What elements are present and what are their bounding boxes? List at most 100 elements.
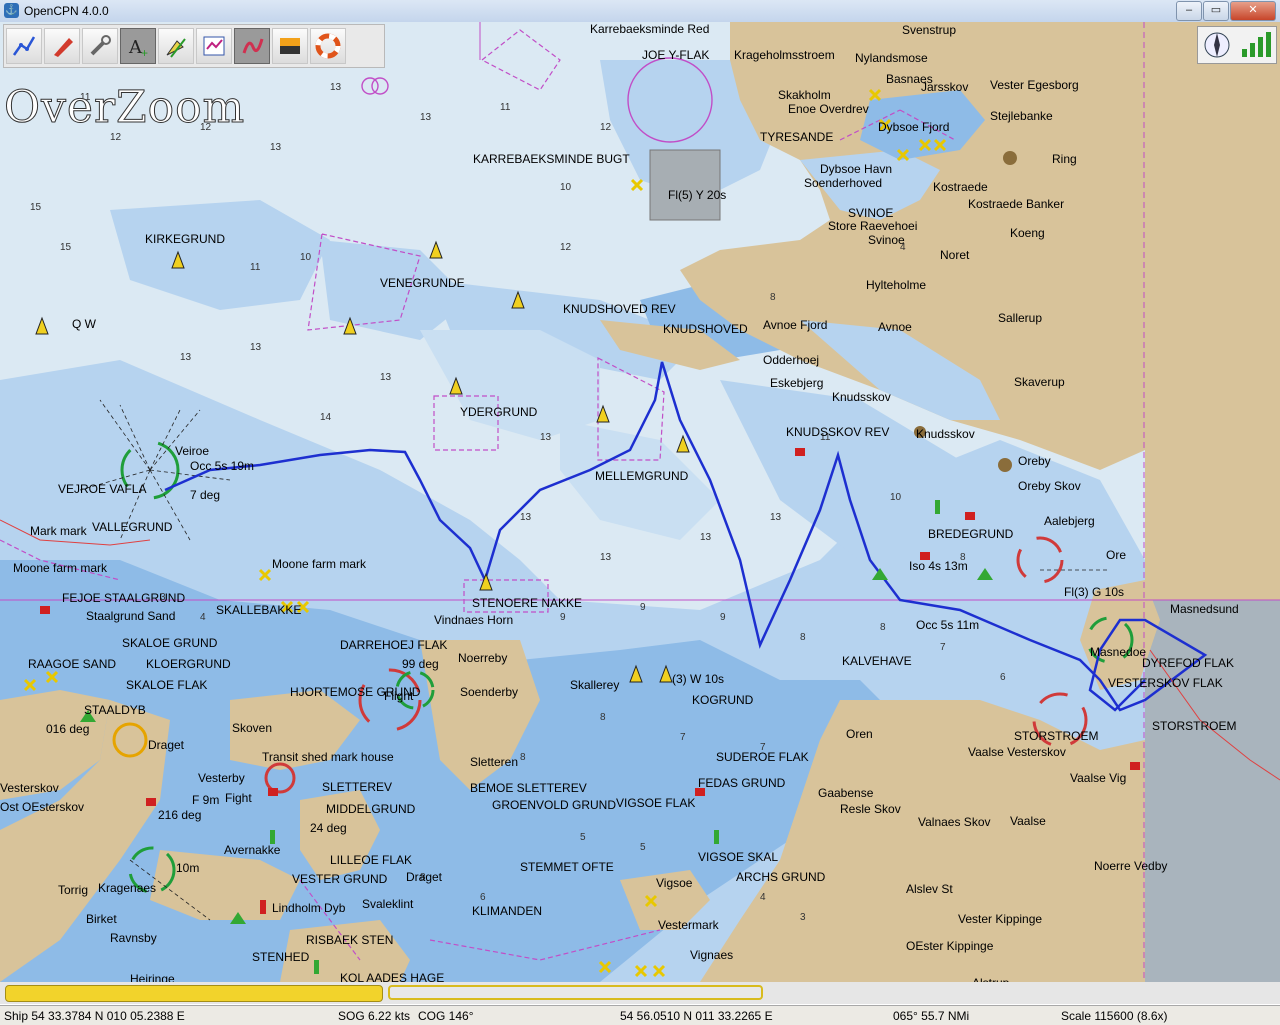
minimize-button[interactable]: ‒	[1176, 1, 1202, 21]
chart-feature-label: Skoven	[232, 721, 273, 735]
chart-feature-label: SLETTEREV	[322, 780, 393, 794]
chart-feature-label: 99 deg	[402, 657, 439, 671]
chart-feature-label: Vaalse	[1010, 814, 1046, 828]
chart-feature-label: Masnedsund	[1170, 602, 1239, 616]
chart-feature-label: Noret	[940, 248, 970, 262]
chart-feature-label: RAAGOE SAND	[28, 657, 117, 671]
chart-feature-label: Masnedoe	[1090, 645, 1147, 659]
chart-feature-label: BEMOE SLETTEREV	[470, 781, 587, 795]
maximize-button[interactable]: ▭	[1203, 1, 1229, 21]
chart-feature-label: Ost OEsterskov	[0, 800, 85, 814]
chart-feature-label: Svenstrup	[902, 23, 957, 37]
chart-feature-label: STEMMET OFTE	[520, 860, 614, 874]
piano-key[interactable]	[388, 985, 763, 1000]
chart-feature-label: KOGRUND	[692, 693, 754, 707]
svg-text:12: 12	[600, 122, 612, 133]
chart-feature-label: Gaabense	[818, 786, 874, 800]
course-over-ground: COG 146°	[418, 1009, 474, 1023]
chart-feature-label: Skakholm	[778, 88, 831, 102]
chart-feature-label: Krageholmsstroem	[734, 48, 835, 62]
chart-feature-label: Noerre Vedby	[1094, 859, 1168, 873]
chart-feature-label: RISBAEK STEN	[306, 933, 394, 947]
cursor-bearing-distance: 065° 55.7 NMi	[893, 1009, 970, 1023]
color-scheme-icon[interactable]	[272, 28, 308, 64]
chart-feature-label: Svaleklint	[362, 897, 414, 911]
svg-text:15: 15	[60, 242, 72, 253]
svg-text:8: 8	[520, 752, 526, 763]
chart-feature-label: Vindnaes Horn	[434, 613, 514, 627]
chart-feature-label: Kostraede	[933, 180, 988, 194]
chart-feature-label: Staalgrund Sand	[86, 609, 176, 623]
window-title-bar: ⚓ OpenCPN 4.0.0 ‒ ▭ ✕	[0, 0, 1280, 23]
chart-feature-label: Fl(5) Y 20s	[668, 188, 727, 202]
chart-feature-label: BREDEGRUND	[928, 527, 1014, 541]
chart-feature-label: Moone farm mark	[13, 561, 108, 575]
svg-text:13: 13	[270, 142, 282, 153]
opencpn-app-icon: ⚓	[4, 3, 19, 18]
chart-feature-label: Flight	[384, 689, 414, 703]
svg-text:10: 10	[560, 182, 572, 193]
svg-text:9: 9	[640, 602, 646, 613]
chart-feature-label: VESTERSKOV FLAK	[1108, 676, 1223, 690]
chart-feature-label: GROENVOLD GRUND	[492, 798, 617, 812]
chart-feature-label: Oreby	[1018, 454, 1051, 468]
chart-feature-label: STORSTROEM	[1014, 729, 1099, 743]
chart-canvas[interactable]: 11111212 13131315 15111013 13131413 1313…	[0, 22, 1280, 982]
chart-feature-label: OEster Kippinge	[906, 939, 994, 953]
svg-text:11: 11	[500, 102, 511, 113]
chart-feature-label: Occ 5s 19m	[190, 459, 255, 473]
chart-feature-label: VESTER GRUND	[292, 872, 388, 886]
chart-feature-label: 10m	[176, 861, 200, 875]
chart-feature-label: KLOERGRUND	[146, 657, 231, 671]
gps-signal-icon	[1241, 32, 1271, 57]
svg-text:8: 8	[770, 292, 776, 303]
chart-feature-label: Lindholm Dyb	[272, 901, 346, 915]
chart-feature-label: 24 deg	[310, 821, 347, 835]
svg-text:13: 13	[250, 342, 262, 353]
chart-feature-label: Svinoe	[868, 233, 905, 247]
svg-text:12: 12	[560, 242, 572, 253]
chart-feature-label: ARCHS GRUND	[736, 870, 826, 884]
overzoom-indicator: OverZoom	[3, 82, 246, 134]
chart-feature-label: STAALDYB	[84, 703, 146, 717]
piano-key-active[interactable]	[5, 985, 383, 1002]
chart-feature-label: Fight	[225, 791, 252, 805]
text-toggle-icon[interactable]: A +	[120, 28, 156, 64]
svg-text:12: 12	[110, 132, 122, 143]
compass-gps-panel[interactable]	[1197, 26, 1277, 64]
chart-feature-label: Aalebjerg	[1044, 514, 1095, 528]
chart-feature-label: Knudsskov	[916, 427, 975, 441]
chart-feature-label: TYRESANDE	[760, 130, 834, 144]
nautical-chart[interactable]: 11111212 13131315 15111013 13131413 1313…	[0, 22, 1280, 982]
chart-feature-label: (3) W 10s	[672, 672, 725, 686]
ship-icon[interactable]	[44, 28, 80, 64]
chart-feature-label: Kragenaes	[98, 881, 157, 895]
chart-feature-label: Eskebjerg	[770, 376, 824, 390]
route-manager-icon[interactable]	[196, 28, 232, 64]
mark-icon[interactable]	[158, 28, 194, 64]
chart-feature-label: Dybsoe Havn	[820, 162, 893, 176]
compass-icon	[1204, 32, 1229, 58]
close-button[interactable]: ✕	[1230, 1, 1276, 21]
chart-feature-label: Alslev St	[906, 882, 953, 896]
chart-feature-label: YDERGRUND	[460, 405, 538, 419]
svg-text:11: 11	[250, 262, 261, 273]
route-icon[interactable]	[6, 28, 42, 64]
settings-wrench-icon[interactable]	[82, 28, 118, 64]
chart-feature-label: Store Raevehoei	[828, 219, 918, 233]
svg-text:8: 8	[880, 622, 886, 633]
status-bar: Ship 54 33.3784 N 010 05.2388 E SOG 6.22…	[0, 1005, 1280, 1025]
track-icon[interactable]	[234, 28, 270, 64]
chart-feature-label: STENOERE NAKKE	[472, 596, 583, 610]
chart-feature-label: KNUDSSKOV REV	[786, 425, 890, 439]
svg-text:4: 4	[200, 612, 206, 623]
chart-feature-label: Avernakke	[224, 843, 281, 857]
mob-icon[interactable]	[310, 28, 346, 64]
chart-feature-label: Vignaes	[690, 948, 734, 962]
svg-text:14: 14	[320, 412, 332, 423]
svg-text:8: 8	[800, 632, 806, 643]
chart-feature-label: Enoe Overdrev	[788, 102, 869, 116]
svg-text:13: 13	[600, 552, 612, 563]
chart-feature-label: Stejlebanke	[990, 109, 1053, 123]
chart-feature-label: DYREFOD FLAK	[1142, 656, 1235, 670]
